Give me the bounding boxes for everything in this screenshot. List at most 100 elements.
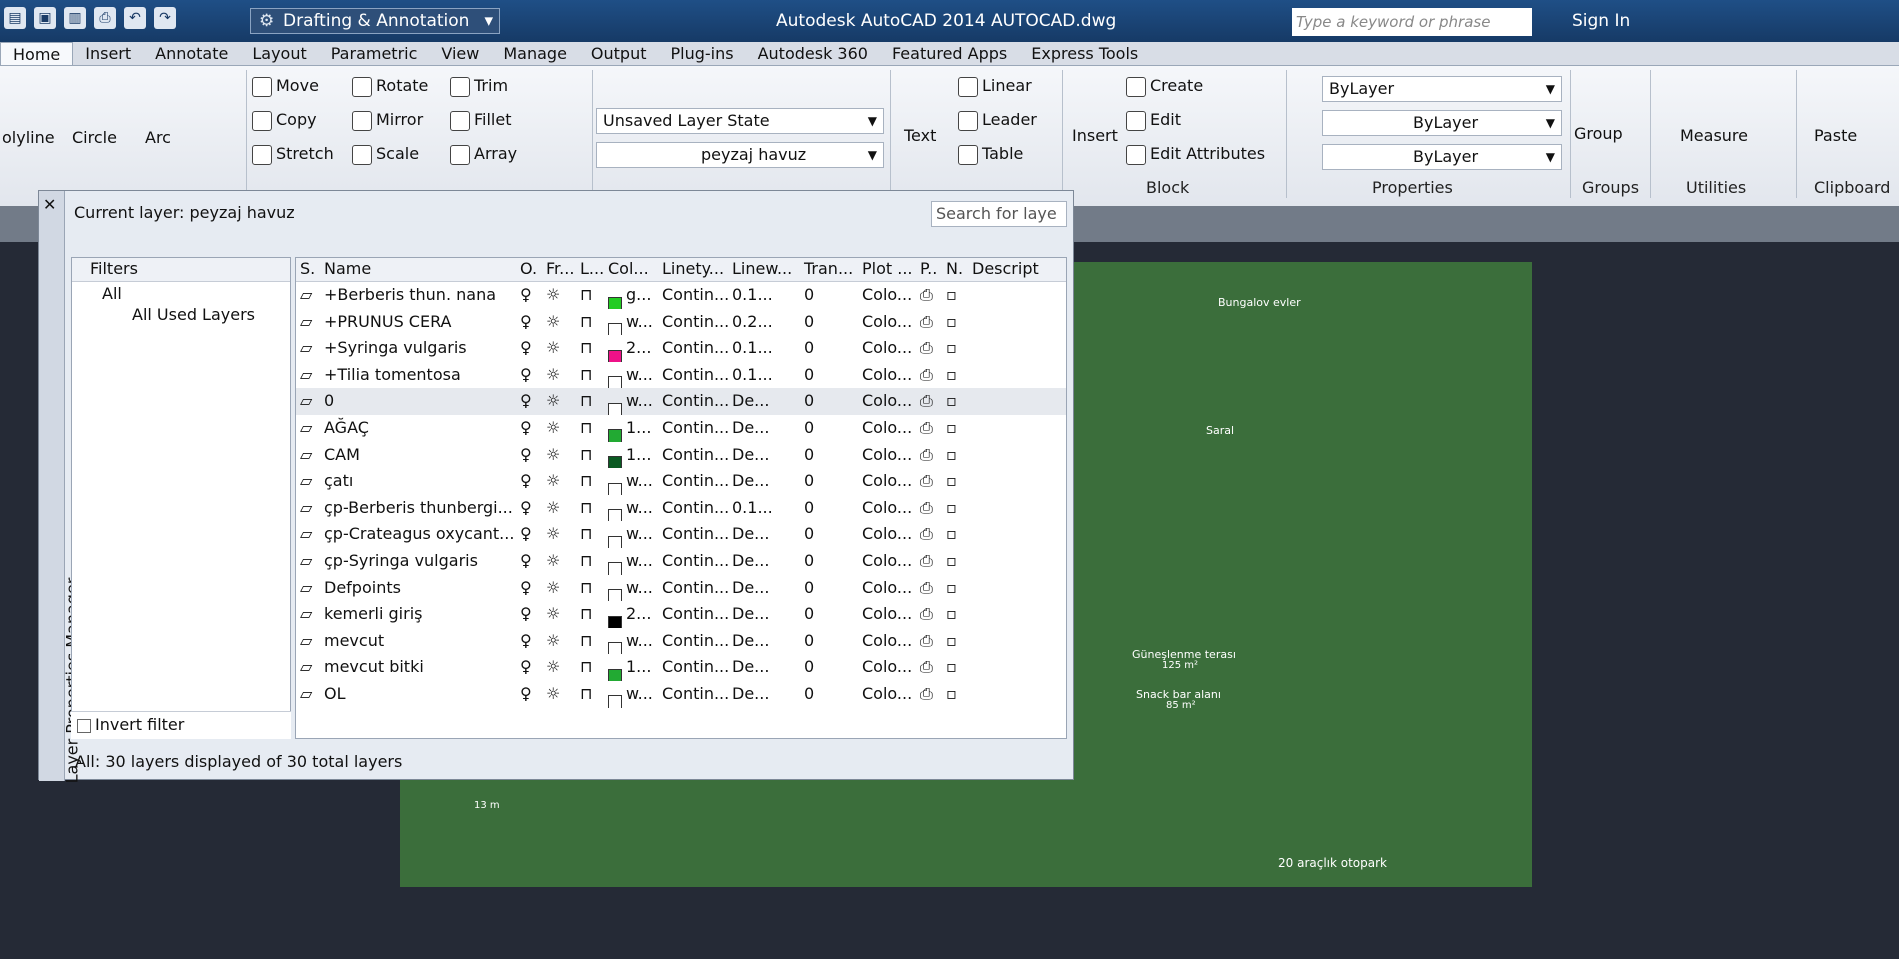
table-row[interactable]: ▱ +Syringa vulgaris ♀ ☼ ⊓ 2... Contin... 0.1...… xyxy=(296,335,1066,362)
column-header[interactable]: Descript xyxy=(968,258,1058,281)
on-icon[interactable]: ♀ xyxy=(516,468,542,495)
lock-icon[interactable]: ⊓ xyxy=(576,388,604,415)
array-button[interactable]: Array xyxy=(450,144,517,165)
new-vp-freeze-icon[interactable]: ▫ xyxy=(942,415,968,442)
plot-icon[interactable]: ⎙ xyxy=(916,309,942,336)
freeze-icon[interactable]: ☼ xyxy=(542,362,576,389)
lineweight-dropdown[interactable]: ByLayer xyxy=(1322,144,1562,170)
column-header[interactable]: P.. xyxy=(916,258,942,281)
group-button[interactable]: Group xyxy=(1574,124,1623,143)
status-icon[interactable]: ▱ xyxy=(296,681,320,708)
lock-icon[interactable]: ⊓ xyxy=(576,309,604,336)
color-swatch[interactable] xyxy=(608,323,622,336)
open-icon[interactable]: ▤ xyxy=(4,7,26,29)
new-vp-freeze-icon[interactable]: ▫ xyxy=(942,282,968,309)
status-icon[interactable]: ▱ xyxy=(296,628,320,655)
new-vp-freeze-icon[interactable]: ▫ xyxy=(942,521,968,548)
freeze-icon[interactable]: ☼ xyxy=(542,468,576,495)
on-icon[interactable]: ♀ xyxy=(516,521,542,548)
color-swatch[interactable] xyxy=(608,535,622,548)
tree-item-all[interactable]: All xyxy=(72,282,290,303)
freeze-icon[interactable]: ☼ xyxy=(542,654,576,681)
table-row[interactable]: ▱ çatı ♀ ☼ ⊓ w... Contin... De... 0 Colo... ⎙ ▫ xyxy=(296,468,1066,495)
on-icon[interactable]: ♀ xyxy=(516,388,542,415)
freeze-icon[interactable]: ☼ xyxy=(542,601,576,628)
on-icon[interactable]: ♀ xyxy=(516,654,542,681)
on-icon[interactable]: ♀ xyxy=(516,362,542,389)
arc-button[interactable]: Arc xyxy=(145,128,171,147)
new-vp-freeze-icon[interactable]: ▫ xyxy=(942,654,968,681)
lock-icon[interactable]: ⊓ xyxy=(576,468,604,495)
status-icon[interactable]: ▱ xyxy=(296,601,320,628)
lock-icon[interactable]: ⊓ xyxy=(576,548,604,575)
measure-button[interactable]: Measure xyxy=(1680,126,1748,145)
insert-block-button[interactable]: Insert xyxy=(1072,126,1118,145)
plot-icon[interactable]: ⎙ xyxy=(916,335,942,362)
table-row[interactable]: ▱ +PRUNUS CERA ♀ ☼ ⊓ w... Contin... 0.2... 0 Colo… xyxy=(296,309,1066,336)
freeze-icon[interactable]: ☼ xyxy=(542,495,576,522)
new-vp-freeze-icon[interactable]: ▫ xyxy=(942,388,968,415)
lock-icon[interactable]: ⊓ xyxy=(576,415,604,442)
lock-icon[interactable]: ⊓ xyxy=(576,681,604,708)
status-icon[interactable]: ▱ xyxy=(296,442,320,469)
status-icon[interactable]: ▱ xyxy=(296,654,320,681)
panel-title-block[interactable]: Block xyxy=(1146,178,1189,197)
status-icon[interactable]: ▱ xyxy=(296,548,320,575)
polyline-button[interactable]: olyline xyxy=(2,128,55,147)
on-icon[interactable]: ♀ xyxy=(516,601,542,628)
table-row[interactable]: ▱ OL ♀ ☼ ⊓ w... Contin... De... 0 Colo... ⎙ ▫ xyxy=(296,681,1066,708)
color-swatch[interactable] xyxy=(608,509,622,522)
status-icon[interactable]: ▱ xyxy=(296,388,320,415)
freeze-icon[interactable]: ☼ xyxy=(542,415,576,442)
fillet-button[interactable]: Fillet xyxy=(450,110,512,131)
panel-title-properties[interactable]: Properties xyxy=(1372,178,1453,197)
plot-icon[interactable]: ⎙ xyxy=(916,282,942,309)
status-icon[interactable]: ▱ xyxy=(296,521,320,548)
table-row[interactable]: ▱ kemerli giriş ♀ ☼ ⊓ 2... Contin... De... 0 Colo… xyxy=(296,601,1066,628)
status-icon[interactable]: ▱ xyxy=(296,415,320,442)
table-row[interactable]: ▱ mevcut bitki ♀ ☼ ⊓ 1... Contin... De... 0 Colo.… xyxy=(296,654,1066,681)
close-icon[interactable]: ✕ xyxy=(43,195,56,214)
on-icon[interactable]: ♀ xyxy=(516,681,542,708)
copy-button[interactable]: Copy xyxy=(252,110,317,131)
tab-insert[interactable]: Insert xyxy=(73,42,143,65)
column-header[interactable]: Name xyxy=(320,258,516,281)
tab-layout[interactable]: Layout xyxy=(240,42,318,65)
color-swatch[interactable] xyxy=(608,615,622,628)
new-vp-freeze-icon[interactable]: ▫ xyxy=(942,442,968,469)
status-icon[interactable]: ▱ xyxy=(296,282,320,309)
undo-icon[interactable]: ↶ xyxy=(124,7,146,29)
new-vp-freeze-icon[interactable]: ▫ xyxy=(942,468,968,495)
new-vp-freeze-icon[interactable]: ▫ xyxy=(942,495,968,522)
table-button[interactable]: Table xyxy=(958,144,1023,165)
tab-express-tools[interactable]: Express Tools xyxy=(1019,42,1150,65)
layer-search-input[interactable]: Search for laye xyxy=(931,201,1067,227)
table-row[interactable]: ▱ mevcut ♀ ☼ ⊓ w... Contin... De... 0 Colo... ⎙ ▫ xyxy=(296,628,1066,655)
freeze-icon[interactable]: ☼ xyxy=(542,309,576,336)
on-icon[interactable]: ♀ xyxy=(516,495,542,522)
tab-output[interactable]: Output xyxy=(579,42,659,65)
scale-button[interactable]: Scale xyxy=(352,144,419,165)
circle-button[interactable]: Circle xyxy=(72,128,117,147)
plot-icon[interactable]: ⎙ xyxy=(916,654,942,681)
table-row[interactable]: ▱ 0 ♀ ☼ ⊓ w... Contin... De... 0 Colo... ⎙ ▫ xyxy=(296,388,1066,415)
freeze-icon[interactable]: ☼ xyxy=(542,442,576,469)
tab-plugins[interactable]: Plug-ins xyxy=(659,42,746,65)
on-icon[interactable]: ♀ xyxy=(516,442,542,469)
table-row[interactable]: ▱ CAM ♀ ☼ ⊓ 1... Contin... De... 0 Colo... ⎙ ▫ xyxy=(296,442,1066,469)
tab-autodesk360[interactable]: Autodesk 360 xyxy=(746,42,880,65)
rotate-button[interactable]: Rotate xyxy=(352,76,428,97)
lock-icon[interactable]: ⊓ xyxy=(576,495,604,522)
search-input[interactable]: Type a keyword or phrase xyxy=(1292,8,1532,36)
plot-icon[interactable]: ⎙ xyxy=(916,495,942,522)
column-header[interactable]: Linew... xyxy=(728,258,800,281)
lock-icon[interactable]: ⊓ xyxy=(576,654,604,681)
freeze-icon[interactable]: ☼ xyxy=(542,388,576,415)
color-swatch[interactable] xyxy=(608,349,622,362)
table-row[interactable]: ▱ çp-Syringa vulgaris ♀ ☼ ⊓ w... Contin... De..… xyxy=(296,548,1066,575)
paste-button[interactable]: Paste xyxy=(1814,126,1857,145)
new-vp-freeze-icon[interactable]: ▫ xyxy=(942,335,968,362)
column-header[interactable]: Col... xyxy=(604,258,658,281)
column-header[interactable]: Plot ... xyxy=(858,258,916,281)
plot-icon[interactable]: ⎙ xyxy=(916,468,942,495)
